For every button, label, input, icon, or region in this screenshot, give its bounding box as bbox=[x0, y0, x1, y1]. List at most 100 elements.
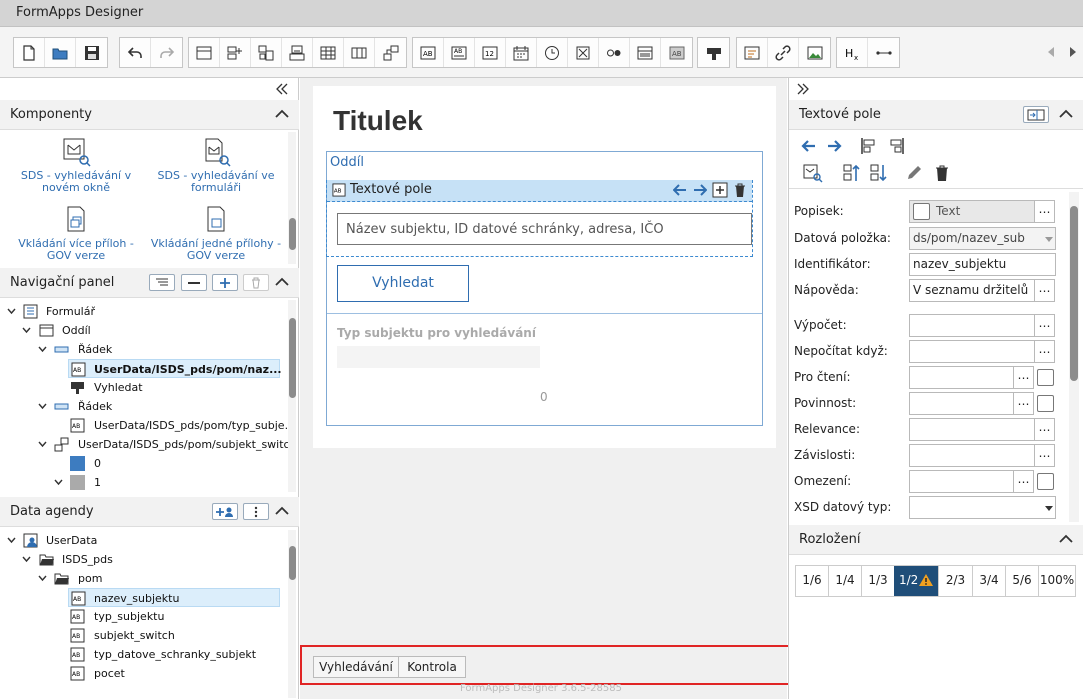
readonly-more-button[interactable]: … bbox=[1013, 366, 1034, 389]
components-header[interactable]: Komponenty bbox=[0, 100, 299, 130]
table-icon[interactable] bbox=[313, 38, 344, 67]
tree-item-text-field-selected[interactable]: AB UserData/ISDS_pds/pom/naz... bbox=[68, 359, 282, 378]
tree-item-form[interactable]: Formulář bbox=[0, 302, 280, 321]
pencil-icon[interactable] bbox=[905, 164, 923, 185]
tab-search[interactable]: Vyhledávání bbox=[313, 656, 399, 678]
ratio-3-4[interactable]: 3/4 bbox=[973, 566, 1006, 596]
components-scrollbar[interactable] bbox=[288, 132, 296, 264]
help-input[interactable]: V seznamu držitelů bbox=[909, 279, 1035, 302]
layout-header[interactable]: Rozložení bbox=[789, 525, 1083, 555]
trash-icon[interactable] bbox=[734, 182, 746, 198]
search-button[interactable]: Vyhledat bbox=[337, 265, 469, 302]
search-input[interactable]: Název subjektu, ID datové schránky, adre… bbox=[337, 213, 752, 245]
move-left-icon[interactable] bbox=[801, 139, 817, 156]
ratio-1-6[interactable]: 1/6 bbox=[796, 566, 829, 596]
no-calc-more-button[interactable]: … bbox=[1034, 340, 1055, 363]
ratio-5-6[interactable]: 5/6 bbox=[1006, 566, 1039, 596]
link-icon[interactable] bbox=[768, 38, 799, 67]
expand-caret-icon[interactable] bbox=[22, 327, 31, 334]
text-area-icon[interactable]: AB bbox=[444, 38, 475, 67]
switch-icon[interactable] bbox=[375, 38, 406, 67]
tree-item-switch[interactable]: UserData/ISDS_pds/pom/subjekt_switch bbox=[0, 435, 297, 454]
no-calc-input[interactable] bbox=[909, 340, 1035, 363]
nav-line-button[interactable] bbox=[181, 274, 207, 291]
text-field-icon[interactable]: AB bbox=[413, 38, 444, 67]
caption-checkbox[interactable] bbox=[913, 203, 930, 220]
data-tree-field[interactable]: AB typ_datove_schranky_subjekt bbox=[0, 645, 280, 664]
align-left-icon[interactable] bbox=[860, 137, 878, 158]
expand-caret-icon[interactable] bbox=[38, 403, 47, 410]
add-row-icon[interactable] bbox=[220, 38, 251, 67]
ratio-1-3[interactable]: 1/3 bbox=[862, 566, 895, 596]
tree-item-section[interactable]: Oddíl bbox=[0, 321, 280, 340]
new-file-icon[interactable] bbox=[14, 38, 45, 67]
relevance-input[interactable] bbox=[909, 418, 1035, 441]
move-right-icon[interactable] bbox=[826, 139, 842, 156]
tree-item-text-field[interactable]: AB UserData/ISDS_pds/pom/typ_subje... bbox=[0, 416, 295, 435]
collapse-left-icon[interactable] bbox=[276, 83, 288, 98]
expand-caret-icon[interactable] bbox=[38, 575, 47, 582]
trash-icon[interactable] bbox=[935, 164, 949, 185]
properties-scrollbar[interactable] bbox=[1069, 192, 1079, 522]
undo-icon[interactable] bbox=[120, 38, 151, 67]
move-right-icon[interactable] bbox=[693, 184, 707, 196]
chevron-up-icon[interactable] bbox=[1059, 534, 1073, 544]
data-scrollbar[interactable] bbox=[288, 530, 296, 698]
redo-icon[interactable] bbox=[151, 38, 182, 67]
nav-add-button[interactable] bbox=[212, 274, 238, 291]
dependencies-more-button[interactable]: … bbox=[1034, 444, 1055, 467]
xsd-type-select[interactable] bbox=[909, 496, 1056, 519]
constraint-more-button[interactable]: … bbox=[1013, 470, 1034, 493]
required-checkbox[interactable] bbox=[1037, 395, 1054, 412]
time-icon[interactable] bbox=[537, 38, 568, 67]
scroll-left-icon[interactable] bbox=[1048, 46, 1056, 60]
stamp-icon[interactable] bbox=[698, 38, 729, 67]
relevance-more-button[interactable]: … bbox=[1034, 418, 1055, 441]
ratio-1-4[interactable]: 1/4 bbox=[829, 566, 862, 596]
constraint-input[interactable] bbox=[909, 470, 1015, 493]
open-folder-icon[interactable] bbox=[45, 38, 76, 67]
component-item[interactable]: SDS - vyhledávání ve formuláři bbox=[146, 137, 286, 194]
radio-icon[interactable] bbox=[599, 38, 630, 67]
image-icon[interactable] bbox=[799, 38, 830, 67]
required-input[interactable] bbox=[909, 392, 1015, 415]
nav-delete-button[interactable] bbox=[243, 274, 269, 291]
data-tree-field[interactable]: AB typ_subjektu bbox=[0, 607, 280, 626]
calculation-input[interactable] bbox=[909, 314, 1035, 337]
component-item[interactable]: SDS - vyhledávání v novém okně bbox=[6, 137, 146, 194]
data-add-button[interactable] bbox=[212, 503, 238, 520]
data-tree-root[interactable]: UserData bbox=[0, 531, 280, 550]
chevron-up-icon[interactable] bbox=[275, 506, 289, 516]
expand-right-icon[interactable] bbox=[797, 83, 809, 98]
data-tree-folder[interactable]: ISDS_pds bbox=[0, 550, 280, 569]
form-title[interactable]: Titulek bbox=[333, 105, 423, 137]
component-item[interactable]: Vkládání jedné přílohy - GOV verze bbox=[146, 205, 286, 262]
tree-item-case[interactable]: 0 bbox=[0, 454, 280, 473]
tree-item-button[interactable]: Vyhledat bbox=[0, 378, 280, 397]
data-tree-folder[interactable]: pom bbox=[0, 569, 280, 588]
data-item-select[interactable]: ds/pom/nazev_sub bbox=[909, 227, 1056, 250]
select-icon[interactable] bbox=[630, 38, 661, 67]
component-item[interactable]: Vkládání více příloh - GOV verze bbox=[6, 205, 146, 262]
columns-icon[interactable] bbox=[344, 38, 375, 67]
nav-scrollbar[interactable] bbox=[288, 300, 296, 492]
data-header[interactable]: Data agendy bbox=[0, 497, 299, 527]
readonly-checkbox[interactable] bbox=[1037, 369, 1054, 386]
number-field-icon[interactable]: 12 bbox=[475, 38, 506, 67]
ratio-2-3[interactable]: 2/3 bbox=[939, 566, 973, 596]
readonly-input[interactable] bbox=[909, 366, 1015, 389]
expand-caret-icon[interactable] bbox=[38, 441, 47, 448]
chevron-up-icon[interactable] bbox=[1059, 109, 1073, 119]
nav-list-button[interactable] bbox=[149, 274, 175, 291]
dropdown-arrow-icon[interactable] bbox=[1045, 506, 1053, 511]
save-icon[interactable] bbox=[76, 38, 107, 67]
add-field-icon[interactable] bbox=[712, 182, 728, 198]
label-icon[interactable]: AB bbox=[661, 38, 692, 67]
expand-caret-icon[interactable] bbox=[38, 346, 47, 353]
group-icon[interactable] bbox=[251, 38, 282, 67]
expand-caret-icon[interactable] bbox=[22, 556, 31, 563]
dropdown-arrow-icon[interactable] bbox=[1045, 237, 1053, 242]
move-left-icon[interactable] bbox=[673, 184, 687, 196]
data-tree-field-selected[interactable]: AB nazev_subjektu bbox=[68, 588, 280, 607]
separator-icon[interactable] bbox=[868, 38, 899, 67]
